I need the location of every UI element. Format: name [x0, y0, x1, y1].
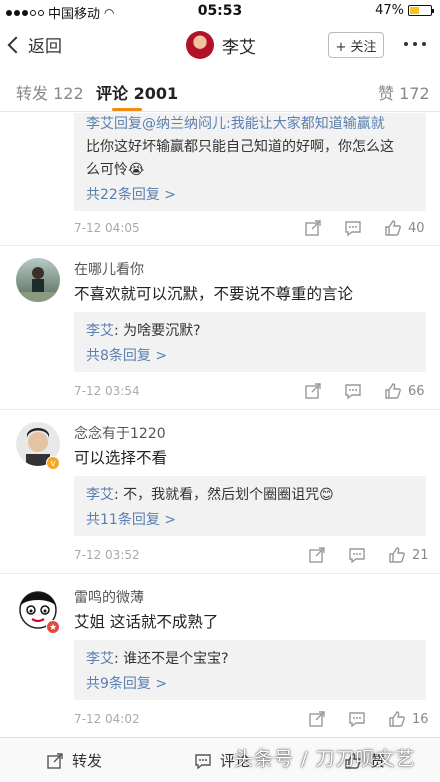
like-count: 66	[408, 384, 425, 399]
nav-bar: 返回 李艾 + 关注	[0, 22, 440, 68]
tab-like[interactable]: 赞 172	[378, 80, 430, 104]
tab-bar: 转发 122 评论 2001 赞 172	[0, 68, 440, 112]
like-count: 16	[412, 712, 429, 727]
like-count: 21	[412, 548, 429, 563]
avatar[interactable]	[16, 258, 60, 302]
page-title: 李艾	[222, 37, 256, 58]
comment-text: 艾姐 这话就不成熟了	[74, 613, 219, 631]
avatar[interactable]	[186, 31, 214, 59]
comment-meta: 7-12 04:02 16	[74, 710, 429, 730]
comment-item: 在哪儿看你 不喜欢就可以沉默，不要说不尊重的言论 李艾: 为啥要沉默? 共8条回…	[0, 246, 440, 410]
reply-box[interactable]: 李艾回复@纳兰纳闷儿:我能让大家都知道输赢就 比你这好坏输赢都只能自己知道的好啊…	[74, 113, 426, 211]
thumbs-up-icon[interactable]	[384, 382, 402, 400]
repost-button[interactable]: 转发	[46, 750, 102, 771]
comment-list: 李艾回复@纳兰纳闷儿:我能让大家都知道输赢就 比你这好坏输赢都只能自己知道的好啊…	[0, 113, 440, 737]
more-replies-link[interactable]: 共9条回复 >	[86, 673, 167, 693]
commenter-name[interactable]: 在哪儿看你	[74, 259, 144, 279]
badge-icon: ★	[46, 620, 60, 634]
reply-line: 李艾: 不，我就看，然后划个圈圈诅咒😊	[86, 487, 334, 503]
reply-line: 么可怜😭	[86, 162, 145, 178]
like-count: 40	[408, 221, 425, 236]
reply-line: 比你这好坏输赢都只能自己知道的好啊，你怎么这	[86, 139, 394, 155]
watermark: 头条号 / 刀刀呗文艺	[234, 748, 416, 770]
chevron-left-icon	[7, 36, 25, 53]
reply-box[interactable]: 李艾: 谁还不是个宝宝? 共9条回复 >	[74, 640, 426, 700]
comment-meta: 7-12 03:52 21	[74, 546, 429, 566]
comment-text: 可以选择不看	[74, 449, 168, 467]
reply-author[interactable]: 李艾	[86, 651, 114, 667]
comment-date: 7-12 03:52	[74, 548, 140, 562]
person-photo	[16, 267, 60, 302]
comment-icon[interactable]	[344, 382, 362, 400]
comment-item: ★ 雷鸣的微薄 艾姐 这话就不成熟了 李艾: 谁还不是个宝宝? 共9条回复 > …	[0, 574, 440, 737]
commenter-name[interactable]: 雷鸣的微薄	[74, 587, 144, 607]
comment-date: 7-12 04:05	[74, 221, 140, 235]
commenter-name[interactable]: 念念有于1220	[74, 423, 166, 443]
tab-repost[interactable]: 转发 122	[16, 80, 84, 104]
share-icon[interactable]	[304, 382, 322, 400]
repost-label: 转发	[72, 752, 103, 770]
comment-item: 李艾回复@纳兰纳闷儿:我能让大家都知道输赢就 比你这好坏输赢都只能自己知道的好啊…	[0, 113, 440, 246]
thumbs-up-icon[interactable]	[388, 710, 406, 728]
back-label: 返回	[28, 37, 62, 57]
clock: 05:53	[197, 3, 243, 19]
comment-item: v 念念有于1220 可以选择不看 李艾: 不，我就看，然后划个圈圈诅咒😊 共1…	[0, 410, 440, 574]
thumbs-up-icon[interactable]	[384, 219, 402, 237]
reply-author[interactable]: 李艾	[86, 323, 114, 339]
more-replies-link[interactable]: 共11条回复 >	[86, 509, 176, 529]
reply-line: 李艾: 谁还不是个宝宝?	[86, 651, 229, 667]
more-replies-link[interactable]: 共22条回复 >	[86, 184, 176, 204]
reply-box[interactable]: 李艾: 不，我就看，然后划个圈圈诅咒😊 共11条回复 >	[74, 476, 426, 536]
comment-text: 不喜欢就可以沉默，不要说不尊重的言论	[74, 285, 354, 303]
share-icon[interactable]	[308, 710, 326, 728]
more-replies-link[interactable]: 共8条回复 >	[86, 345, 167, 365]
comment-meta: 7-12 04:05 40	[74, 219, 426, 239]
comment-meta: 7-12 03:54 66	[74, 382, 426, 402]
reply-author[interactable]: 李艾	[86, 487, 114, 503]
reply-line: 李艾回复@纳兰纳闷儿:我能让大家都知道输赢就	[86, 116, 385, 132]
thumbs-up-icon[interactable]	[388, 546, 406, 564]
more-icon[interactable]	[404, 42, 426, 46]
reply-box[interactable]: 李艾: 为啥要沉默? 共8条回复 >	[74, 312, 426, 372]
follow-button[interactable]: + 关注	[328, 32, 384, 58]
share-icon	[47, 752, 63, 769]
comment-icon[interactable]	[348, 710, 366, 728]
tab-comment[interactable]: 评论 2001	[96, 80, 178, 104]
share-icon[interactable]	[304, 219, 322, 237]
battery-percent: 47%	[375, 3, 404, 18]
comment-date: 7-12 03:54	[74, 384, 140, 398]
back-button[interactable]: 返回	[7, 32, 62, 57]
comment-icon[interactable]	[348, 546, 366, 564]
comment-date: 7-12 04:02	[74, 712, 140, 726]
comment-icon	[195, 753, 211, 769]
reply-line: 李艾: 为啥要沉默?	[86, 323, 201, 339]
comment-icon[interactable]	[344, 219, 362, 237]
verified-badge-icon: v	[46, 456, 60, 470]
status-bar: 中国移动 ◠ 05:53 47%	[0, 0, 440, 22]
share-icon[interactable]	[308, 546, 326, 564]
tab-indicator	[112, 108, 142, 111]
battery-icon	[408, 5, 434, 16]
